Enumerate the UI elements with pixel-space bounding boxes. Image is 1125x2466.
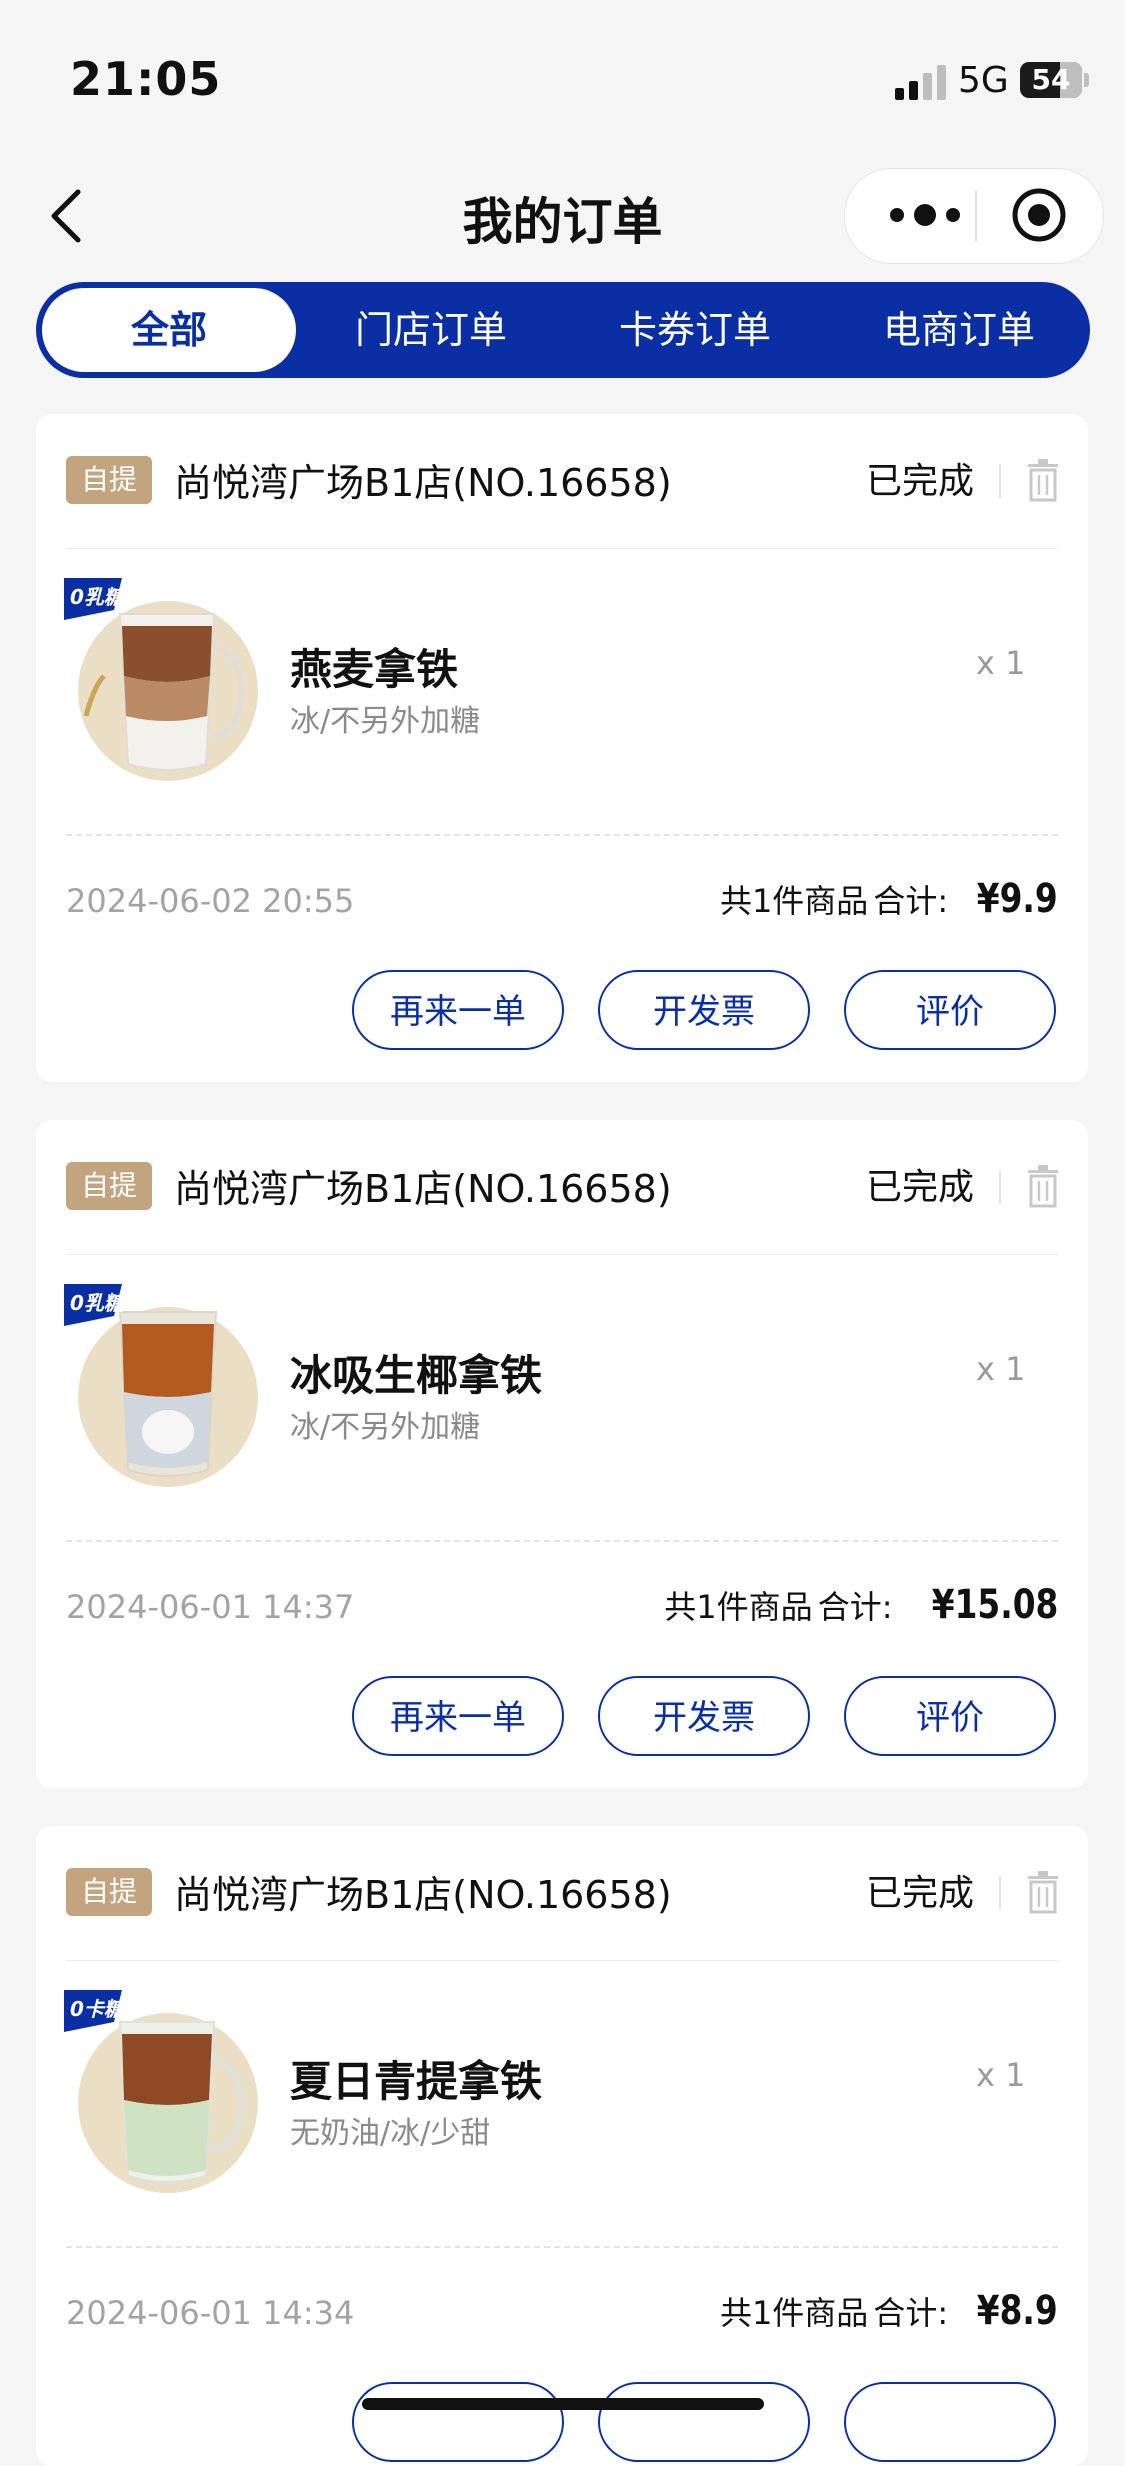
pickup-tag: 自提 — [66, 1868, 152, 1916]
invoice-button[interactable]: 开发票 — [598, 1676, 810, 1756]
product-name: 燕麦拿铁 — [290, 645, 459, 694]
store-name: 尚悦湾广场B1店(NO.16658) — [174, 461, 672, 505]
total-price: ¥15.08 — [931, 1582, 1058, 1628]
miniprogram-capsule — [844, 168, 1104, 264]
reorder-button[interactable]: 再来一单 — [352, 970, 564, 1050]
more-icon[interactable] — [877, 195, 977, 235]
delete-icon[interactable] — [1026, 1164, 1060, 1208]
cellular-signal-icon — [895, 65, 946, 100]
invoice-button[interactable] — [598, 2382, 810, 2462]
total-label: 合计: — [873, 882, 949, 920]
tab-store-orders[interactable]: 门店订单 — [316, 282, 546, 378]
home-indicator — [362, 2398, 764, 2410]
pickup-tag: 自提 — [66, 1162, 152, 1210]
item-count: 共1件商品 — [664, 1588, 813, 1626]
reorder-button[interactable]: 再来一单 — [352, 1676, 564, 1756]
total-label: 合计: — [873, 2294, 949, 2332]
order-total: 共1件商品 合计: ¥9.9 — [720, 876, 1058, 922]
order-card[interactable]: 自提 尚悦湾广场B1店(NO.16658) 已完成 0乳糖 冰吸生椰拿铁 冰/不… — [36, 1120, 1088, 1788]
pickup-tag: 自提 — [66, 456, 152, 504]
review-button[interactable] — [844, 2382, 1056, 2462]
item-count: 共1件商品 — [719, 2294, 869, 2332]
order-date: 2024-06-01 14:37 — [66, 1588, 355, 1626]
badge-text: 0卡糖 — [70, 1997, 128, 2021]
product-qty: x 1 — [976, 644, 1026, 682]
order-date: 2024-06-02 20:55 — [66, 882, 355, 920]
product-image: 0乳糖 — [64, 578, 258, 781]
order-total: 共1件商品 合计: ¥8.9 — [720, 2288, 1058, 2334]
battery-level: 54 — [1031, 63, 1071, 96]
store-name: 尚悦湾广场B1店(NO.16658) — [174, 1873, 672, 1917]
store-name: 尚悦湾广场B1店(NO.16658) — [174, 1167, 672, 1211]
tab-ecommerce-orders[interactable]: 电商订单 — [844, 282, 1074, 378]
order-date: 2024-06-01 14:34 — [66, 2294, 355, 2332]
product-name: 夏日青提拿铁 — [290, 2057, 543, 2106]
status-time: 21:05 — [70, 52, 222, 106]
product-name: 冰吸生椰拿铁 — [290, 1351, 543, 1400]
order-card[interactable]: 自提 尚悦湾广场B1店(NO.16658) 已完成 0卡糖 夏日青提拿铁 无奶油… — [36, 1826, 1088, 2466]
total-price: ¥9.9 — [977, 876, 1058, 922]
product-spec: 冰/不另外加糖 — [290, 704, 481, 739]
item-count: 共1件商品 — [719, 882, 869, 920]
battery-icon: 54 — [1020, 62, 1082, 98]
reorder-button[interactable] — [352, 2382, 564, 2462]
product-image: 0乳糖 — [64, 1284, 258, 1487]
delete-icon[interactable] — [1026, 458, 1060, 502]
product-image: 0卡糖 — [64, 1990, 258, 2193]
review-button[interactable]: 评价 — [844, 1676, 1056, 1756]
badge-text: 0乳糖 — [70, 1291, 128, 1315]
total-label: 合计: — [817, 1588, 893, 1626]
network-type: 5G — [958, 60, 1009, 101]
close-miniprogram-icon[interactable] — [1011, 187, 1067, 243]
tab-all[interactable]: 全部 — [42, 288, 296, 372]
nav-bar: 我的订单 — [0, 160, 1125, 270]
product-qty: x 1 — [976, 1350, 1026, 1388]
order-status: 已完成 — [866, 1167, 975, 1208]
tab-voucher-orders[interactable]: 卡券订单 — [580, 282, 810, 378]
order-card[interactable]: 自提 尚悦湾广场B1店(NO.16658) 已完成 0乳糖 燕麦拿铁 冰/不另外… — [36, 414, 1088, 1082]
product-spec: 冰/不另外加糖 — [290, 1410, 481, 1445]
order-status: 已完成 — [866, 1873, 975, 1914]
order-status: 已完成 — [866, 461, 975, 502]
product-qty: x 1 — [976, 2056, 1026, 2094]
product-spec: 无奶油/冰/少甜 — [290, 2116, 491, 2151]
order-total: 共1件商品 合计: ¥15.08 — [664, 1582, 1058, 1628]
invoice-button[interactable]: 开发票 — [598, 970, 810, 1050]
badge-text: 0乳糖 — [70, 585, 128, 609]
review-button[interactable]: 评价 — [844, 970, 1056, 1050]
delete-icon[interactable] — [1026, 1870, 1060, 1914]
total-price: ¥8.9 — [977, 2288, 1058, 2334]
order-tabs: 全部 门店订单 卡券订单 电商订单 — [36, 282, 1090, 378]
status-bar: 21:05 5G 54 — [0, 0, 1125, 150]
